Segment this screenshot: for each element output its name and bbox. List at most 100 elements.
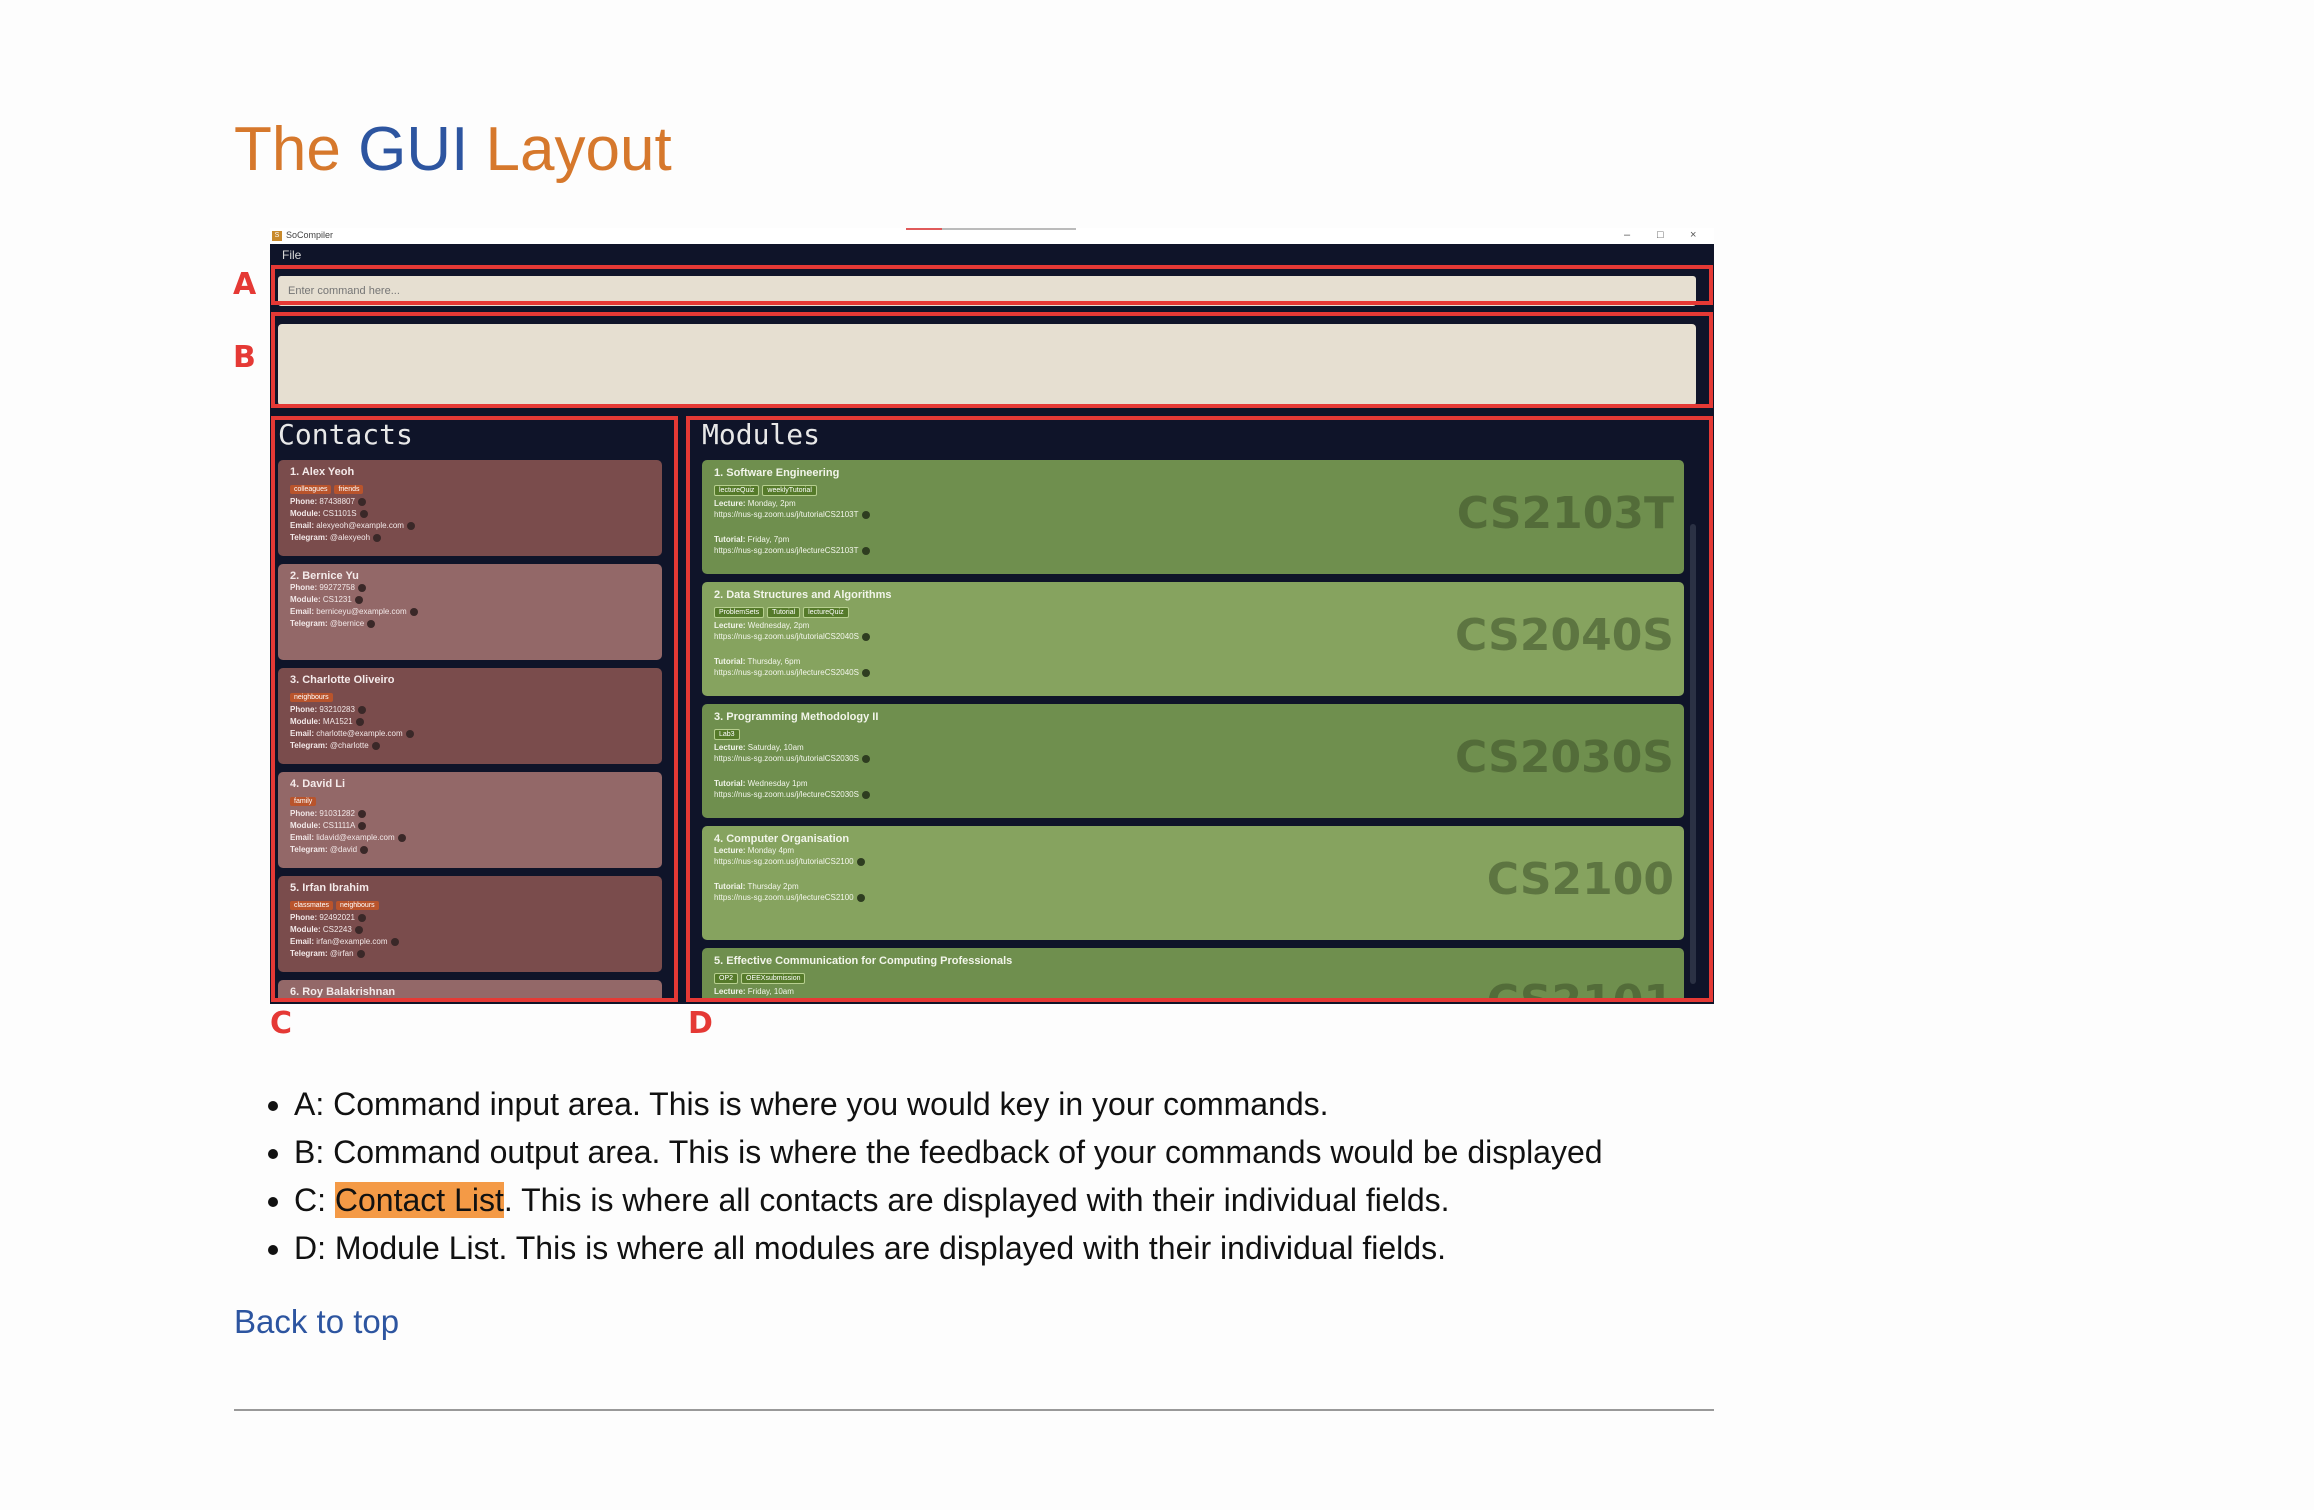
field-label: Module: [290, 821, 321, 830]
copy-icon[interactable] [861, 754, 870, 763]
copy-icon[interactable] [373, 533, 382, 542]
field-label: Phone: [290, 497, 318, 506]
field-label: Telegram: [290, 949, 328, 958]
copy-icon[interactable] [354, 925, 363, 934]
minimize-icon[interactable]: – [1624, 229, 1630, 241]
contact-telegram-row: Telegram: @alexyeoh [290, 532, 650, 544]
module-link[interactable]: https://nus-sg.zoom.us/j/tutorialCS2030S [714, 754, 859, 763]
copy-icon[interactable] [409, 607, 418, 616]
module-list[interactable]: 1. Software Engineering lectureQuiz weekly… [702, 460, 1684, 1000]
module-link[interactable]: https://nus-sg.zoom.us/j/tutorialCS2040S [714, 632, 859, 641]
contact-email: lidavid@example.com [316, 833, 395, 842]
module-tag: Tutorial [767, 607, 801, 618]
copy-icon[interactable] [360, 845, 369, 854]
copy-icon[interactable] [861, 632, 870, 641]
copy-icon[interactable] [856, 857, 865, 866]
contact-name: 1. Alex Yeoh [290, 466, 355, 478]
module-name: 2. Data Structures and Algorithms [714, 589, 892, 601]
module-lecture: Saturday, 10am [747, 743, 804, 752]
contact-module-row: Module: CS1111A [290, 820, 650, 832]
field-label: Email: [290, 937, 315, 946]
horizontal-rule [234, 1409, 1714, 1411]
contact-name: 3. Charlotte Oliveiro [290, 674, 395, 686]
contact-phone-row: Phone: 87438807 [290, 496, 650, 508]
contact-telegram-row: Telegram: @david [290, 844, 650, 856]
maximize-icon[interactable]: □ [1657, 229, 1664, 241]
copy-icon[interactable] [861, 668, 870, 677]
module-card[interactable]: 5. Effective Communication for Computing… [702, 948, 1684, 1000]
menu-file[interactable]: File [282, 248, 301, 262]
contact-telegram-row: Telegram: @charlotte [290, 740, 650, 752]
copy-icon[interactable] [357, 913, 366, 922]
copy-icon[interactable] [405, 729, 414, 738]
copy-icon[interactable] [861, 546, 870, 555]
copy-icon[interactable] [367, 619, 376, 628]
module-card[interactable]: 4. Computer Organisation Lecture: Monday … [702, 826, 1684, 940]
module-link[interactable]: https://nus-sg.zoom.us/j/tutorialCS2103T [714, 510, 859, 519]
field-label: Phone: [290, 583, 318, 592]
copy-icon[interactable] [357, 497, 366, 506]
app-icon: S [272, 231, 282, 241]
description-c: C: Contact List. This is where all conta… [294, 1176, 1603, 1224]
module-code: CS2030S [1455, 732, 1674, 783]
contact-list[interactable]: 1. Alex Yeoh colleagues friends Phone: 8743… [278, 460, 662, 1000]
module-list-scrollbar[interactable] [1690, 524, 1696, 984]
field-label: Phone: [290, 705, 318, 714]
contact-module-row: Module: CS2243 [290, 924, 650, 936]
contact-card[interactable]: 5. Irfan Ibrahim classmates neighbours Phon… [278, 876, 662, 972]
copy-icon[interactable] [359, 509, 368, 518]
contact-telegram: @charlotte [329, 741, 369, 750]
close-icon[interactable]: × [1690, 229, 1696, 241]
copy-icon[interactable] [358, 821, 367, 830]
module-link[interactable]: https://nus-sg.zoom.us/j/lectureCS2100 [714, 893, 854, 902]
copy-icon[interactable] [355, 717, 364, 726]
copy-icon[interactable] [390, 937, 399, 946]
copy-icon[interactable] [856, 893, 865, 902]
copy-icon[interactable] [357, 809, 366, 818]
contact-email-row: Email: charlotte@example.com [290, 728, 650, 740]
contact-phone-row: Phone: 92492021 [290, 912, 650, 924]
command-input[interactable] [278, 276, 1696, 306]
titlebar-progress-accent [906, 228, 942, 230]
contact-tag: friends [334, 485, 364, 494]
copy-icon[interactable] [861, 510, 870, 519]
contact-phone: 93210283 [319, 705, 355, 714]
module-card[interactable]: 3. Programming Methodology II Lab3 Lecture… [702, 704, 1684, 818]
annotation-label-a: A [233, 267, 257, 302]
module-card[interactable]: 2. Data Structures and Algorithms Problem… [702, 582, 1684, 696]
module-link[interactable]: https://nus-sg.zoom.us/j/lectureCS2040S [714, 668, 859, 677]
contact-card[interactable]: 6. Roy Balakrishnan [278, 980, 662, 1000]
contact-module: CS1111A [322, 821, 356, 830]
back-to-top-link[interactable]: Back to top [234, 1303, 399, 1341]
module-link[interactable]: https://nus-sg.zoom.us/j/lectureCS2030S [714, 790, 859, 799]
field-label: Module: [290, 509, 321, 518]
module-tag: weeklyTutorial [762, 485, 817, 496]
contact-phone: 87438807 [319, 497, 355, 506]
annotation-label-b: B [233, 340, 256, 375]
menu-bar: File [270, 244, 1714, 266]
copy-icon[interactable] [371, 741, 380, 750]
contact-card[interactable]: 4. David Li family Phone: 91031282 Module: … [278, 772, 662, 868]
contact-telegram: @bernice [329, 619, 365, 628]
contact-email: irfan@example.com [316, 937, 388, 946]
contact-tags: family [290, 790, 650, 808]
module-card[interactable]: 1. Software Engineering lectureQuiz weekly… [702, 460, 1684, 574]
contact-card[interactable]: 3. Charlotte Oliveiro neighbours Phone: 93… [278, 668, 662, 764]
copy-icon[interactable] [397, 833, 406, 842]
copy-icon[interactable] [406, 521, 415, 530]
contact-tag: classmates [290, 901, 334, 910]
contact-card[interactable]: 2. Bernice Yu Phone: 99272758 Module: CS12… [278, 564, 662, 660]
contact-module-row: Module: MA1521 [290, 716, 650, 728]
copy-icon[interactable] [861, 790, 870, 799]
copy-icon[interactable] [357, 583, 366, 592]
contact-card[interactable]: 1. Alex Yeoh colleagues friends Phone: 8743… [278, 460, 662, 556]
copy-icon[interactable] [357, 705, 366, 714]
contact-email: alexyeoh@example.com [316, 521, 404, 530]
copy-icon[interactable] [354, 595, 363, 604]
module-link[interactable]: https://nus-sg.zoom.us/j/tutorialCS2100 [714, 857, 854, 866]
module-code: CS2040S [1455, 610, 1674, 661]
field-label: Telegram: [290, 741, 328, 750]
title-word-gui: GUI [358, 115, 469, 184]
copy-icon[interactable] [356, 949, 365, 958]
module-link[interactable]: https://nus-sg.zoom.us/j/lectureCS2103T [714, 546, 859, 555]
